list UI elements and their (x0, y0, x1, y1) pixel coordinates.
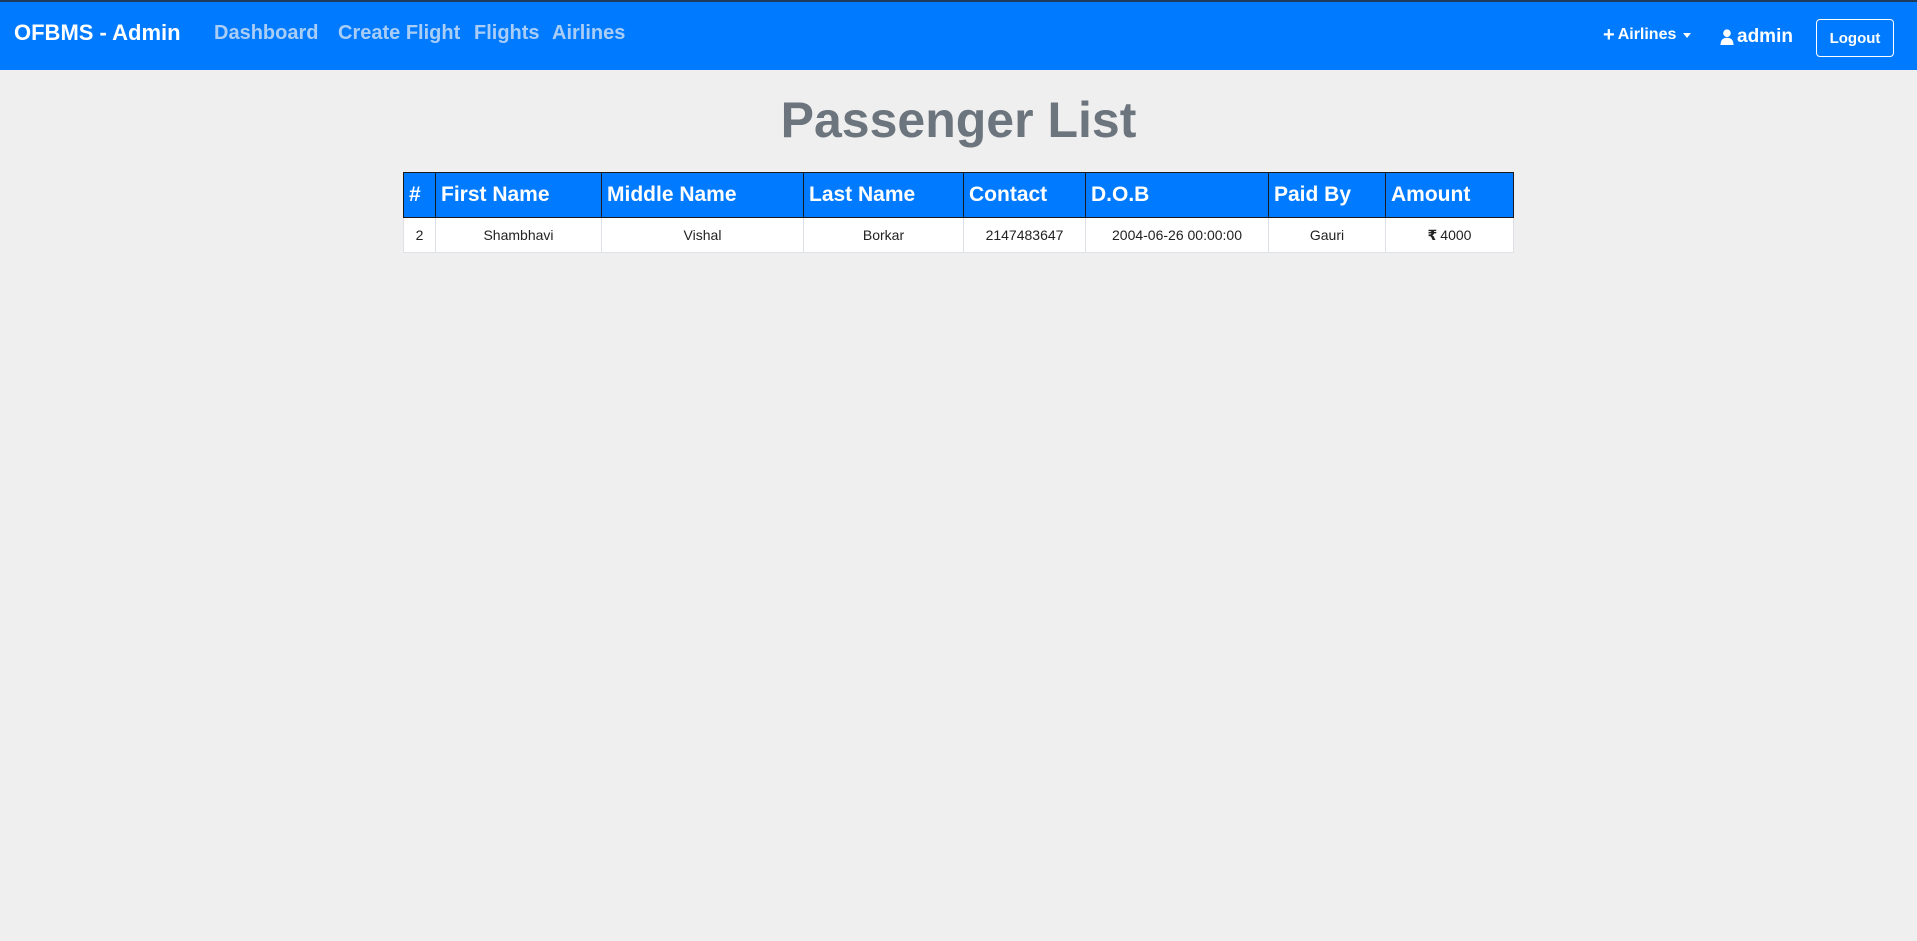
cell-dob: 2004-06-26 00:00:00 (1085, 217, 1269, 253)
cell-middle-name: Vishal (601, 217, 804, 253)
page-title: Passenger List (780, 92, 1137, 148)
user-name-label: admin (1737, 26, 1793, 47)
caret-down-icon (1683, 32, 1692, 38)
cell-paid-by: Gauri (1268, 217, 1386, 253)
passenger-table: # First Name Middle Name Last Name Conta… (403, 172, 1514, 253)
column-header-amount: Amount (1385, 172, 1514, 218)
cell-contact: 2147483647 (963, 217, 1086, 253)
logout-button[interactable]: Logout (1816, 19, 1894, 57)
user-icon (1720, 29, 1734, 45)
column-header-middle-name: Middle Name (601, 172, 804, 218)
cell-last-name: Borkar (803, 217, 964, 253)
plus-icon: + (1603, 24, 1615, 46)
cell-first-name: Shambhavi (435, 217, 602, 253)
amount-value: 4000 (1440, 226, 1472, 243)
nav-link-create-flight[interactable]: Create Flight (338, 22, 460, 45)
column-header-dob: D.O.B (1085, 172, 1269, 218)
user-menu[interactable]: admin (1720, 26, 1793, 48)
nav-link-dashboard[interactable]: Dashboard (214, 22, 318, 45)
top-navbar: OFBMS - Admin Dashboard Create Flight Fl… (0, 0, 1917, 70)
rupee-icon: ₹ (1427, 226, 1438, 243)
column-header-first-name: First Name (435, 172, 602, 218)
cell-id: 2 (403, 217, 436, 253)
nav-link-flights[interactable]: Flights (474, 22, 540, 45)
column-header-contact: Contact (963, 172, 1086, 218)
airlines-dropdown[interactable]: + Airlines (1603, 24, 1692, 46)
cell-amount: ₹4000 (1385, 217, 1514, 253)
column-header-number: # (403, 172, 436, 218)
column-header-paid-by: Paid By (1268, 172, 1386, 218)
nav-link-airlines[interactable]: Airlines (552, 22, 625, 45)
column-header-last-name: Last Name (803, 172, 964, 218)
table-row: 2 Shambhavi Vishal Borkar 2147483647 200… (403, 217, 1514, 253)
table-header-row: # First Name Middle Name Last Name Conta… (403, 172, 1514, 218)
brand-title[interactable]: OFBMS - Admin (14, 20, 181, 46)
airlines-dropdown-label: Airlines (1617, 26, 1677, 43)
